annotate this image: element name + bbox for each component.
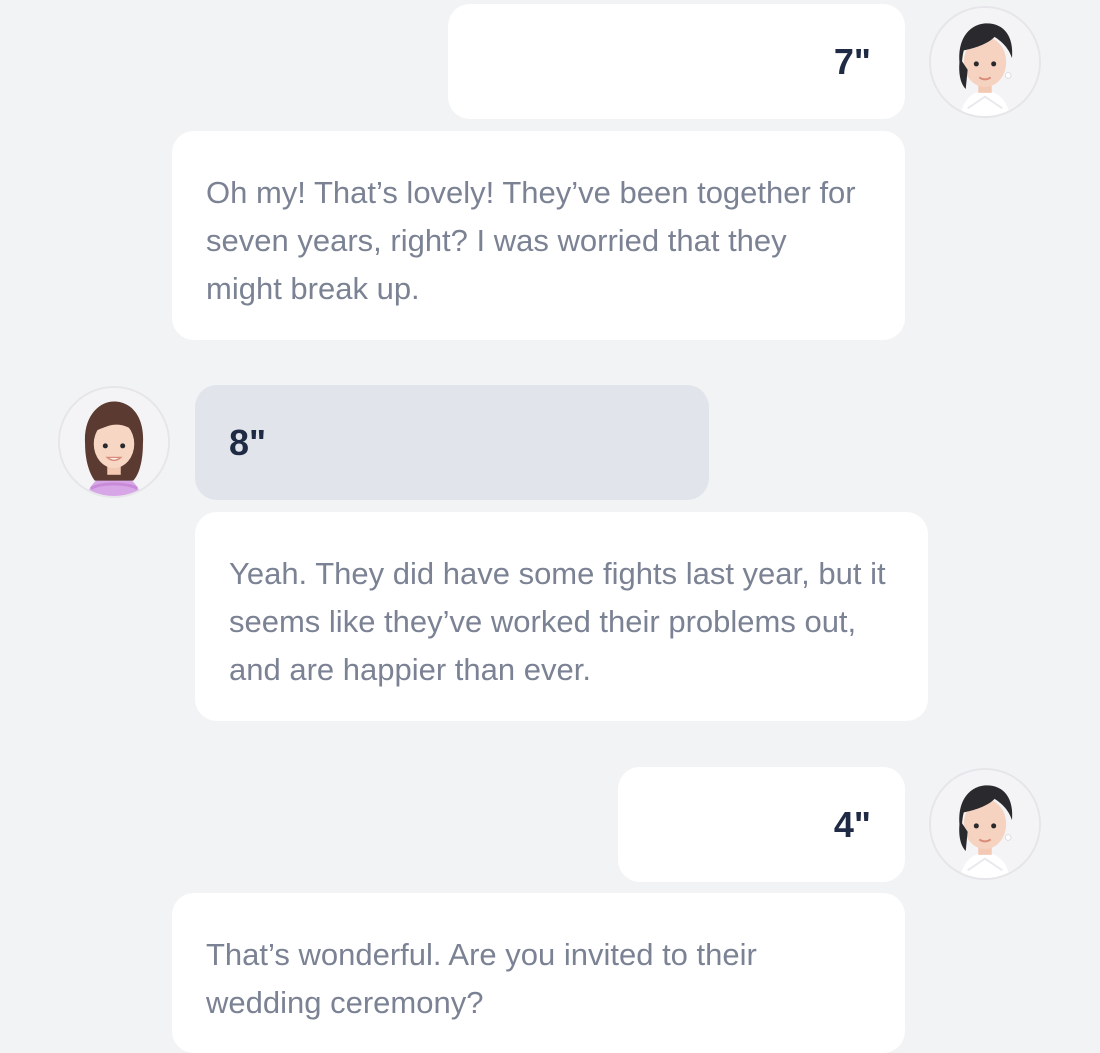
- audio-duration: 7": [833, 40, 871, 82]
- transcript-bubble: Yeah. They did have some fights last yea…: [195, 512, 928, 721]
- audio-duration: 8": [229, 421, 267, 463]
- woman-avatar-icon[interactable]: [929, 768, 1041, 880]
- audio-duration: 4": [833, 803, 871, 845]
- transcript-text: Yeah. They did have some fights last yea…: [229, 556, 886, 687]
- girl-avatar-icon[interactable]: [58, 386, 170, 498]
- transcript-text: That’s wonderful. Are you invited to the…: [206, 937, 757, 1020]
- transcript-bubble: Oh my! That’s lovely! They’ve been toget…: [172, 131, 905, 340]
- transcript-text: Oh my! That’s lovely! They’ve been toget…: [206, 175, 856, 306]
- transcript-bubble: That’s wonderful. Are you invited to the…: [172, 893, 905, 1053]
- audio-message-bubble[interactable]: 8": [195, 385, 709, 500]
- audio-message-bubble[interactable]: 4": [618, 767, 905, 882]
- audio-message-bubble[interactable]: 7": [448, 4, 905, 119]
- chat-conversation: 7" Oh my! That’s lovely! They’ve been to…: [0, 0, 1100, 1053]
- woman-avatar-icon[interactable]: [929, 6, 1041, 118]
